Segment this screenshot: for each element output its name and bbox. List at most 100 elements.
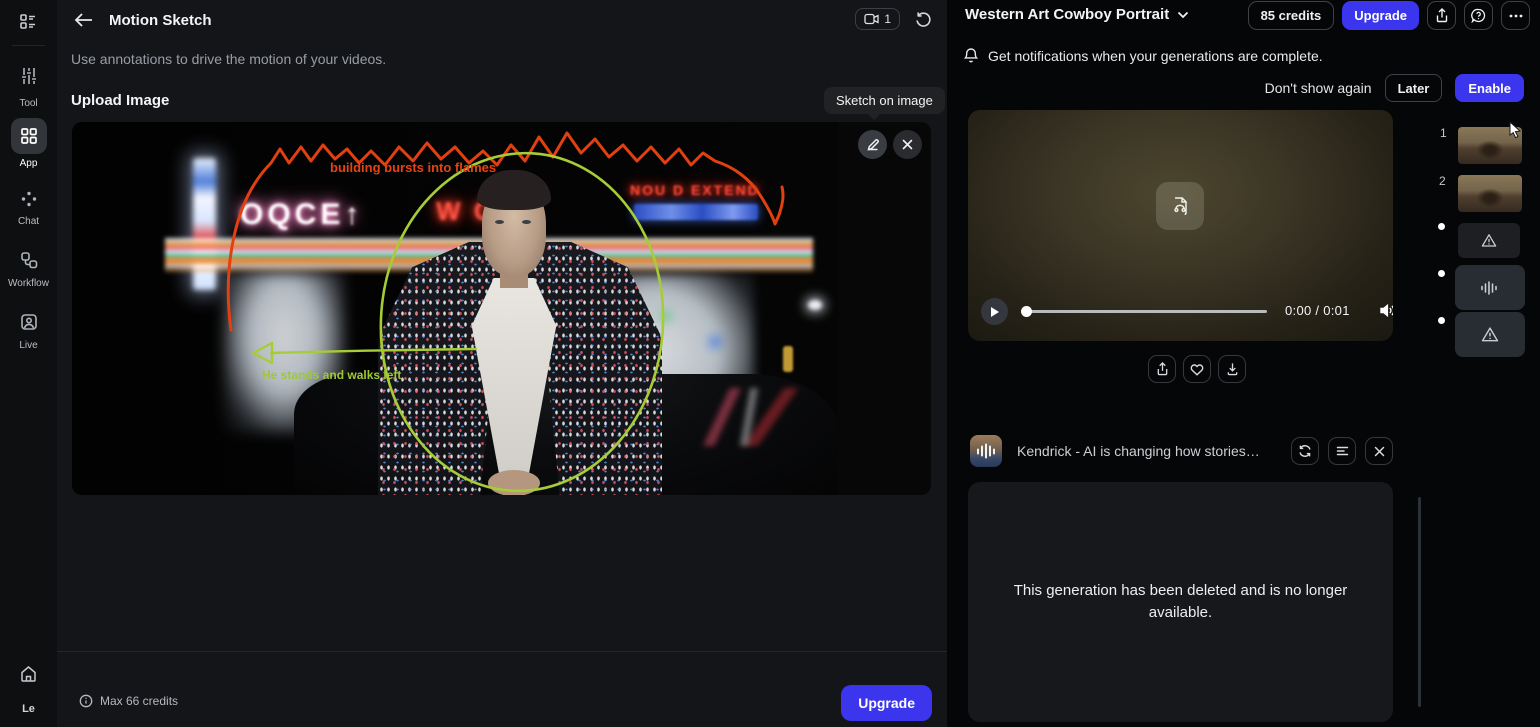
- sliders-icon: [11, 58, 47, 94]
- live-person-icon: [11, 308, 47, 336]
- uploaded-image-card: OQCE↑ W CH NOU D EXTEND: [72, 122, 931, 495]
- download-button[interactable]: [1218, 355, 1246, 383]
- notification-message: Get notifications when your generations …: [988, 48, 1323, 64]
- audio-track-thumbnail[interactable]: [970, 435, 1002, 467]
- heart-icon: [1190, 363, 1204, 376]
- app-window: Tool App Chat: [0, 0, 1540, 727]
- waveform-icon: [977, 444, 995, 459]
- upgrade-button[interactable]: Upgrade: [841, 685, 932, 721]
- rail-index-2: 2: [1439, 174, 1446, 188]
- camera-count-badge[interactable]: 1: [855, 8, 900, 30]
- play-button[interactable]: [981, 298, 1008, 325]
- audio-track-title: Kendrick - AI is changing how stories ar…: [1017, 443, 1262, 459]
- later-button[interactable]: Later: [1385, 74, 1443, 102]
- audio-track-row: Kendrick - AI is changing how stories ar…: [970, 435, 1393, 467]
- home-icon[interactable]: [19, 664, 38, 683]
- mouse-cursor-icon: [1508, 121, 1524, 139]
- sidebar-item-tool[interactable]: Tool: [0, 58, 57, 109]
- enable-button[interactable]: Enable: [1455, 74, 1524, 102]
- audio-generation-card[interactable]: [1455, 265, 1525, 310]
- page-title: Motion Sketch: [109, 12, 212, 29]
- generation-thumbnail-2[interactable]: [1458, 175, 1522, 212]
- sidebar-item-app[interactable]: App: [0, 118, 57, 169]
- credits-note: Max 66 credits: [79, 694, 178, 708]
- audio-file-badge: [1156, 182, 1204, 230]
- pencil-icon: [866, 138, 880, 152]
- remove-audio-button[interactable]: [1365, 437, 1393, 465]
- video-camera-icon: [864, 13, 879, 25]
- generation-status-dot: [1438, 270, 1445, 277]
- question-bubble-icon: [1471, 8, 1486, 23]
- sidebar: Tool App Chat: [0, 0, 57, 727]
- motion-sketch-annotations[interactable]: [72, 122, 838, 495]
- help-button[interactable]: [1464, 1, 1493, 30]
- project-title-dropdown[interactable]: Western Art Cowboy Portrait: [965, 6, 1189, 23]
- failed-generation-card[interactable]: [1458, 223, 1520, 258]
- deleted-generation-card: This generation has been deleted and is …: [968, 482, 1393, 722]
- refresh-icon: [1298, 444, 1312, 458]
- share-generation-button[interactable]: [1148, 355, 1176, 383]
- motion-sketch-panel: Motion Sketch 1 Use annotations to dri: [57, 0, 947, 727]
- video-player[interactable]: 0:00 / 0:01: [968, 110, 1393, 341]
- lyrics-lines-button[interactable]: [1328, 437, 1356, 465]
- upgrade-button-top[interactable]: Upgrade: [1342, 1, 1419, 30]
- subject-loop-stroke: [370, 144, 675, 495]
- text-lines-icon: [1336, 446, 1349, 456]
- regenerate-audio-button[interactable]: [1291, 437, 1319, 465]
- sidebar-item-chat[interactable]: Chat: [0, 186, 57, 227]
- volume-icon[interactable]: [1378, 301, 1393, 319]
- failed-generation-card[interactable]: [1455, 312, 1525, 357]
- reset-icon[interactable]: [913, 9, 933, 29]
- share-icon: [1435, 8, 1449, 23]
- app-grid-icon: [11, 118, 47, 154]
- download-icon: [1226, 362, 1239, 376]
- dont-show-again-link[interactable]: Don't show again: [1265, 80, 1372, 96]
- panel-scrollbar[interactable]: [1418, 497, 1421, 707]
- workflow-nodes-icon: [11, 246, 47, 274]
- sketch-tooltip: Sketch on image: [824, 87, 945, 114]
- annotation-flame-label[interactable]: building bursts into flames: [330, 160, 496, 175]
- credits-button[interactable]: 85 credits: [1248, 1, 1335, 30]
- favorite-button[interactable]: [1183, 355, 1211, 383]
- remove-image-button[interactable]: [893, 130, 922, 159]
- sidebar-item-label: Tool: [19, 98, 37, 109]
- deleted-generation-message: This generation has been deleted and is …: [1011, 580, 1351, 625]
- page-subtitle: Use annotations to drive the motion of y…: [71, 51, 386, 67]
- warning-icon: [1481, 326, 1499, 343]
- sidebar-item-live[interactable]: Live: [0, 308, 57, 351]
- project-title: Western Art Cowboy Portrait: [965, 6, 1169, 23]
- footer-divider: [57, 651, 947, 652]
- projects-list-icon[interactable]: [16, 9, 40, 33]
- seek-slider[interactable]: [1022, 310, 1267, 313]
- close-icon: [1374, 446, 1385, 457]
- chat-dots-icon: [11, 186, 47, 212]
- bell-icon: [963, 47, 979, 64]
- notification-banner: Get notifications when your generations …: [963, 47, 1323, 64]
- ellipsis-icon: [1509, 14, 1523, 18]
- info-icon: [79, 694, 93, 708]
- sidebar-item-workflow[interactable]: Workflow: [0, 246, 57, 289]
- back-arrow-icon[interactable]: [71, 8, 95, 32]
- annotation-walk-label[interactable]: He stands and walks left: [262, 368, 401, 382]
- sidebar-item-label: App: [20, 158, 38, 169]
- share-icon: [1156, 362, 1169, 376]
- sketch-on-image-button[interactable]: [858, 130, 887, 159]
- sidebar-item-label: Chat: [18, 216, 39, 227]
- close-icon: [902, 139, 913, 150]
- sidebar-item-label: Live: [19, 340, 37, 351]
- seek-knob[interactable]: [1021, 306, 1032, 317]
- more-options-button[interactable]: [1501, 1, 1530, 30]
- sidebar-item-label: Workflow: [8, 278, 49, 289]
- chevron-down-icon: [1177, 11, 1189, 19]
- share-button[interactable]: [1427, 1, 1456, 30]
- rail-index-1: 1: [1440, 126, 1447, 140]
- uploaded-photo[interactable]: OQCE↑ W CH NOU D EXTEND: [72, 122, 838, 495]
- time-display: 0:00 / 0:01: [1285, 303, 1350, 318]
- upload-image-heading: Upload Image: [71, 92, 169, 109]
- camera-count: 1: [884, 12, 891, 26]
- generation-status-dot: [1438, 223, 1445, 230]
- sidebar-divider: [12, 45, 45, 46]
- walk-arrow-head: [253, 343, 272, 363]
- credits-note-text: Max 66 credits: [100, 694, 178, 708]
- user-avatar[interactable]: Le: [0, 703, 57, 715]
